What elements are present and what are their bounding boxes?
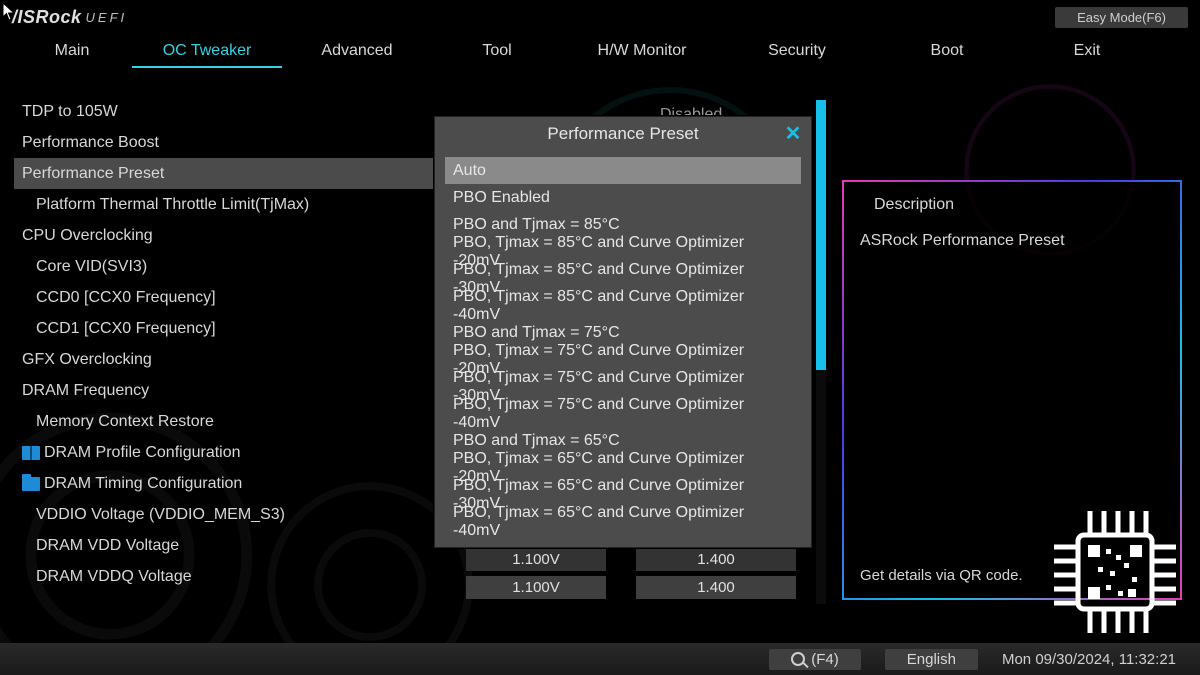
language-button[interactable]: English (885, 649, 978, 670)
modal-option[interactable]: PBO, Tjmax = 85°C and Curve Optimizer -4… (445, 292, 801, 319)
setting-vddio-voltage-vddio-mem-s3[interactable]: VDDIO Voltage (VDDIO_MEM_S3) (14, 499, 454, 530)
language-label: English (907, 651, 956, 668)
setting-label: CPU Overclocking (22, 227, 153, 245)
setting-label: Performance Boost (22, 134, 159, 152)
setting-label: Platform Thermal Throttle Limit(TjMax) (36, 196, 309, 214)
setting-label: Core VID(SVI3) (36, 258, 147, 276)
setting-label: DRAM Timing Configuration (44, 475, 242, 493)
search-button[interactable]: (F4) (769, 649, 861, 670)
tab-h-w-monitor[interactable]: H/W Monitor (562, 36, 722, 68)
modal-option[interactable]: Auto (445, 157, 801, 184)
folder-icon (22, 477, 44, 491)
setting-label: Memory Context Restore (36, 413, 214, 431)
settings-list: TDP to 105W Performance Boost Performance … (14, 96, 454, 628)
setting-label: TDP to 105W (22, 103, 118, 121)
value-box-3[interactable]: 1.100V (466, 576, 606, 599)
setting-memory-context-restore[interactable]: Memory Context Restore (14, 406, 454, 437)
value-row-1: 1.100V 1.400 (466, 548, 796, 575)
setting-label: Performance Preset (22, 165, 164, 183)
modal-option[interactable]: PBO Enabled (445, 184, 801, 211)
setting-label: DRAM VDD Voltage (36, 537, 179, 555)
setting-label: CCD1 [CCX0 Frequency] (36, 320, 216, 338)
modal-option[interactable]: PBO, Tjmax = 75°C and Curve Optimizer -4… (445, 400, 801, 427)
tab-main[interactable]: Main (12, 36, 132, 68)
tab-exit[interactable]: Exit (1022, 36, 1152, 68)
setting-tdp-to-105w[interactable]: TDP to 105W (14, 96, 454, 127)
setting-dram-profile-configuration[interactable]: DRAM Profile Configuration (14, 437, 454, 468)
setting-performance-boost[interactable]: Performance Boost (14, 127, 454, 158)
performance-preset-modal: Performance Preset ✕ AutoPBO EnabledPBO … (434, 116, 812, 548)
brand-logo: /ISRock UEFI (12, 7, 127, 28)
description-title: Description (860, 196, 1164, 214)
setting-label: VDDIO Voltage (VDDIO_MEM_S3) (36, 506, 285, 524)
footer-bar: (F4) English Mon 09/30/2024, 11:32:21 (0, 643, 1200, 675)
setting-dram-vdd-voltage[interactable]: DRAM VDD Voltage (14, 530, 454, 561)
modal-title: Performance Preset (547, 124, 698, 144)
setting-dram-frequency[interactable]: DRAM Frequency (14, 375, 454, 406)
value-row-2: 1.100V 1.400 (466, 576, 796, 603)
description-footer: Get details via QR code. (860, 567, 1023, 584)
modal-close-button[interactable]: ✕ (783, 123, 803, 143)
brand-name: /ISRock (12, 7, 82, 28)
setting-label: CCD0 [CCX0 Frequency] (36, 289, 216, 307)
description-body: ASRock Performance Preset (860, 232, 1164, 250)
setting-dram-timing-configuration[interactable]: DRAM Timing Configuration (14, 468, 454, 499)
modal-option[interactable]: PBO, Tjmax = 65°C and Curve Optimizer -4… (445, 508, 801, 535)
setting-ccd0-ccx0-frequency[interactable]: CCD0 [CCX0 Frequency] (14, 282, 454, 313)
tab-oc-tweaker[interactable]: OC Tweaker (132, 36, 282, 68)
easy-mode-button[interactable]: Easy Mode(F6) (1055, 7, 1188, 28)
setting-label: DRAM Profile Configuration (44, 444, 241, 462)
modal-option-list: AutoPBO EnabledPBO and Tjmax = 85°CPBO, … (435, 151, 811, 547)
setting-core-vid-svi3[interactable]: Core VID(SVI3) (14, 251, 454, 282)
setting-platform-thermal-throttle-limit-tjmax[interactable]: Platform Thermal Throttle Limit(TjMax) (14, 189, 454, 220)
search-hint: (F4) (811, 651, 839, 668)
mouse-cursor (2, 2, 16, 22)
nav-tabs: MainOC TweakerAdvancedToolH/W MonitorSec… (12, 36, 1188, 68)
setting-cpu-overclocking[interactable]: CPU Overclocking (14, 220, 454, 251)
setting-label: DRAM VDDQ Voltage (36, 568, 192, 586)
tab-tool[interactable]: Tool (432, 36, 562, 68)
brand-suffix: UEFI (86, 10, 128, 25)
search-icon (791, 652, 805, 666)
book-icon (22, 446, 44, 460)
value-box-4[interactable]: 1.400 (636, 576, 796, 599)
tab-advanced[interactable]: Advanced (282, 36, 432, 68)
setting-gfx-overclocking[interactable]: GFX Overclocking (14, 344, 454, 375)
tab-security[interactable]: Security (722, 36, 872, 68)
setting-label: GFX Overclocking (22, 351, 152, 369)
setting-label: DRAM Frequency (22, 382, 149, 400)
setting-ccd1-ccx0-frequency[interactable]: CCD1 [CCX0 Frequency] (14, 313, 454, 344)
setting-dram-vddq-voltage[interactable]: DRAM VDDQ Voltage (14, 561, 454, 592)
chip-qr-icon (1040, 497, 1190, 647)
value-box-1[interactable]: 1.100V (466, 548, 606, 571)
datetime-display: Mon 09/30/2024, 11:32:21 (1002, 651, 1176, 668)
value-box-2[interactable]: 1.400 (636, 548, 796, 571)
tab-boot[interactable]: Boot (872, 36, 1022, 68)
setting-performance-preset[interactable]: Performance Preset (14, 158, 454, 189)
